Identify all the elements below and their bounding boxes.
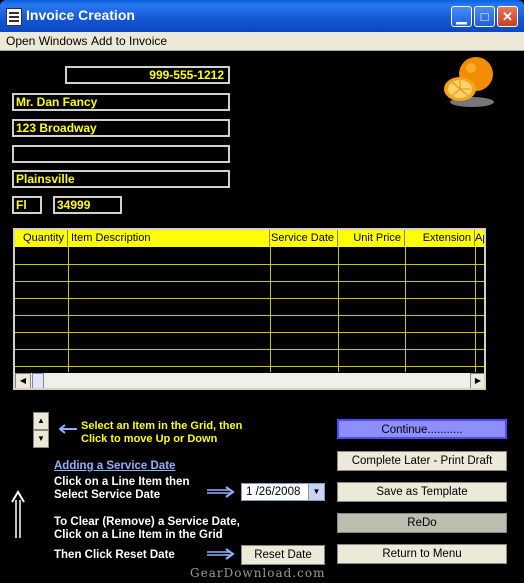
col-ap[interactable]: Ap: [475, 230, 484, 246]
invoice-window: Invoice Creation ▁ □ ✕ Open Windows Add …: [0, 0, 524, 583]
right-arrow-icon: [207, 548, 235, 560]
col-extension[interactable]: Extension: [405, 230, 475, 246]
complete-later-button[interactable]: Complete Later - Print Draft Copy: [337, 451, 507, 485]
col-item-description[interactable]: Item Description: [68, 230, 270, 246]
col-service-date[interactable]: Service Date: [270, 230, 338, 246]
phone-field[interactable]: 999-555-1212: [65, 66, 230, 84]
address2-field[interactable]: [12, 145, 230, 163]
adding-service-date-link[interactable]: Adding a Service Date: [54, 460, 175, 472]
grid-header: Quantity Item Description Service Date U…: [15, 230, 484, 247]
menu-bar: Open Windows Add to Invoice: [0, 32, 524, 51]
return-to-menu-button[interactable]: Return to Menu: [337, 544, 507, 564]
customer-name-field[interactable]: Mr. Dan Fancy: [12, 93, 230, 111]
service-instruction-line2: Select Service Date: [54, 489, 161, 501]
service-instruction-line1: Click on a Line Item then: [54, 476, 190, 488]
reset-date-button[interactable]: Reset Date: [241, 545, 325, 565]
clear-instruction-line1: To Clear (Remove) a Service Date,: [54, 516, 240, 528]
move-down-button[interactable]: ▼: [33, 430, 49, 448]
scroll-right-arrow-icon[interactable]: ▶: [470, 373, 484, 388]
state-field[interactable]: Fl: [12, 196, 42, 214]
up-arrow-icon: [11, 490, 25, 538]
maximize-button[interactable]: □: [474, 6, 495, 27]
continue-button[interactable]: Continue...........: [337, 419, 507, 439]
chevron-down-icon[interactable]: ▼: [308, 484, 324, 500]
menu-add-to-invoice[interactable]: Add to Invoice: [91, 34, 167, 48]
move-item-instruction-line1: Select an Item in the Grid, then: [81, 420, 243, 432]
save-template-button[interactable]: Save as Template: [337, 482, 507, 502]
move-up-button[interactable]: ▲: [33, 412, 49, 430]
window-title: Invoice Creation: [26, 7, 135, 23]
watermark: GearDownload.com: [190, 566, 326, 580]
menu-open-windows[interactable]: Open Windows: [6, 34, 87, 48]
zip-field[interactable]: 34999: [53, 196, 122, 214]
hscroll-thumb[interactable]: [32, 373, 44, 388]
app-icon: [6, 8, 22, 26]
scroll-left-arrow-icon[interactable]: ◀: [15, 373, 31, 388]
close-button[interactable]: ✕: [497, 6, 518, 27]
orange-fruit-icon: [444, 57, 494, 107]
service-date-value: 1 /26/2008: [246, 486, 301, 498]
right-arrow-icon: [207, 486, 235, 498]
col-unit-price[interactable]: Unit Price: [338, 230, 405, 246]
city-field[interactable]: Plainsville: [12, 170, 230, 188]
reset-instruction-line: Then Click Reset Date: [54, 549, 175, 561]
move-item-instruction-line2: Click to move Up or Down: [81, 433, 218, 445]
clear-instruction-line2: Click on a Line Item in the Grid: [54, 529, 223, 541]
title-bar: Invoice Creation ▁ □ ✕: [0, 0, 524, 32]
grid-horizontal-scrollbar[interactable]: ◀ ▶: [15, 373, 484, 388]
redo-button[interactable]: ReDo: [337, 513, 507, 533]
address1-field[interactable]: 123 Broadway: [12, 119, 230, 137]
col-quantity[interactable]: Quantity: [15, 230, 68, 246]
left-arrow-icon: [58, 424, 77, 434]
line-items-grid[interactable]: Quantity Item Description Service Date U…: [13, 228, 486, 390]
minimize-button[interactable]: ▁: [451, 6, 472, 27]
service-date-picker[interactable]: 1 /26/2008 ▼: [241, 483, 325, 501]
